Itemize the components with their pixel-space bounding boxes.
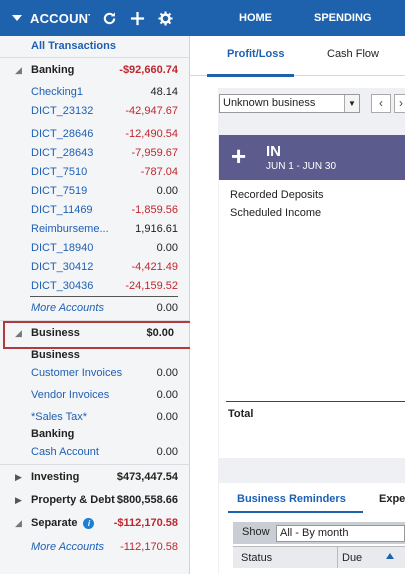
separate-label: Separate i bbox=[31, 517, 95, 529]
collapse-caret-icon[interactable] bbox=[12, 15, 22, 21]
property-label: Property & Debt bbox=[31, 494, 115, 506]
account-balance: -4,421.49 bbox=[131, 261, 178, 273]
total-divider bbox=[226, 401, 405, 402]
more-accounts-value: -112,170.58 bbox=[120, 541, 178, 553]
chevron-left-icon[interactable]: ‹ bbox=[371, 94, 391, 113]
vendor-invoices-value: 0.00 bbox=[156, 389, 178, 401]
divider bbox=[0, 464, 190, 465]
reminders-column-header: Status Due bbox=[233, 546, 405, 568]
banking-label: Banking bbox=[31, 64, 75, 76]
recorded-deposits-label: Recorded Deposits bbox=[230, 189, 324, 201]
account-balance: -24,159.52 bbox=[125, 280, 178, 292]
sales-tax-link[interactable]: *Sales Tax* bbox=[31, 411, 87, 423]
tab-expenses[interactable]: Expe bbox=[379, 493, 405, 505]
account-row[interactable]: DICT_30436 -24,159.52 bbox=[0, 275, 190, 297]
business-account-row[interactable]: Customer Invoices 0.00 bbox=[0, 362, 190, 384]
business-sub-label: Business bbox=[31, 349, 80, 361]
column-separator bbox=[337, 547, 338, 568]
collapsed-triangle-icon[interactable]: ▶ bbox=[15, 495, 22, 506]
account-balance: -42,947.67 bbox=[125, 105, 178, 117]
account-balance: 1,916.61 bbox=[135, 223, 178, 235]
plus-icon[interactable]: + bbox=[231, 141, 246, 172]
account-name-link[interactable]: Reimburseme... bbox=[31, 223, 109, 235]
info-icon[interactable]: i bbox=[83, 518, 95, 529]
income-panel: + IN JUN 1 - JUN 30 bbox=[219, 135, 405, 180]
investing-total: $473,447.54 bbox=[116, 471, 178, 483]
cash-account-value: 0.00 bbox=[156, 446, 178, 458]
vendor-invoices-link[interactable]: Vendor Invoices bbox=[31, 389, 109, 401]
tab-profit-loss[interactable]: Profit/Loss bbox=[227, 48, 284, 60]
account-name-link[interactable]: DICT_28643 bbox=[31, 147, 93, 159]
account-name-link[interactable]: Checking1 bbox=[31, 86, 83, 98]
business-filter-select[interactable]: Unknown business ▼ bbox=[219, 94, 360, 113]
income-date-range: JUN 1 - JUN 30 bbox=[266, 161, 337, 172]
refresh-icon[interactable] bbox=[100, 9, 118, 27]
total-label: Total bbox=[228, 408, 254, 420]
nav-spending[interactable]: SPENDING bbox=[314, 0, 371, 36]
account-name-link[interactable]: DICT_11469 bbox=[31, 204, 93, 216]
dropdown-arrow-icon[interactable]: ▼ bbox=[344, 95, 359, 112]
cash-account-row[interactable]: Cash Account 0.00 bbox=[0, 441, 190, 463]
due-column-header[interactable]: Due bbox=[342, 552, 362, 564]
account-balance: -12,490.54 bbox=[125, 128, 178, 140]
account-name-link[interactable]: DICT_28646 bbox=[31, 128, 93, 140]
account-name-link[interactable]: DICT_30436 bbox=[31, 280, 93, 292]
more-accounts-value: 0.00 bbox=[156, 302, 178, 314]
sales-tax-value: 0.00 bbox=[156, 411, 178, 423]
account-name-link[interactable]: DICT_7510 bbox=[31, 166, 87, 178]
banking-group-header[interactable]: ◢ Banking -$92,660.74 bbox=[0, 59, 190, 81]
banking-more-accounts-row[interactable]: More Accounts 0.00 bbox=[0, 297, 190, 319]
business-filter-value: Unknown business bbox=[223, 97, 316, 109]
tab-cash-flow[interactable]: Cash Flow bbox=[327, 48, 379, 60]
sort-ascending-icon[interactable] bbox=[386, 553, 394, 559]
accounts-title: ACCOUNT bbox=[30, 10, 90, 26]
property-total: $800,558.66 bbox=[116, 494, 178, 506]
income-title: IN bbox=[266, 143, 281, 160]
all-transactions-link[interactable]: All Transactions bbox=[31, 40, 116, 52]
account-balance: 0.00 bbox=[156, 185, 178, 197]
account-balance: 48.14 bbox=[150, 86, 178, 98]
divider bbox=[0, 57, 190, 58]
gear-icon[interactable] bbox=[156, 9, 174, 27]
status-column-header[interactable]: Status bbox=[241, 552, 272, 564]
expanded-triangle-icon[interactable]: ◢ bbox=[15, 518, 22, 529]
show-filter-select[interactable]: All - By month bbox=[276, 525, 405, 542]
account-balance: -7,959.67 bbox=[131, 147, 178, 159]
all-transactions-row[interactable]: All Transactions bbox=[0, 35, 190, 57]
scheduled-income-label: Scheduled Income bbox=[230, 207, 322, 219]
active-tab-indicator bbox=[207, 74, 294, 77]
separate-group-header[interactable]: ◢ Separate i -$112,170.58 bbox=[0, 512, 190, 534]
add-icon[interactable] bbox=[128, 9, 146, 27]
account-name-link[interactable]: DICT_7519 bbox=[31, 185, 87, 197]
banking-sub-label: Banking bbox=[31, 428, 75, 440]
collapsed-triangle-icon[interactable]: ▶ bbox=[15, 472, 22, 483]
investing-group-header[interactable]: ▶ Investing $473,447.54 bbox=[0, 466, 190, 488]
customer-invoices-link[interactable]: Customer Invoices bbox=[31, 367, 122, 379]
nav-home[interactable]: HOME bbox=[239, 0, 272, 36]
separate-more-accounts-row[interactable]: More Accounts -112,170.58 bbox=[0, 536, 190, 558]
chevron-right-icon[interactable]: › bbox=[394, 94, 405, 113]
investing-label: Investing bbox=[31, 471, 80, 483]
account-row[interactable]: DICT_23132 -42,947.67 bbox=[0, 100, 190, 122]
more-accounts-link[interactable]: More Accounts bbox=[31, 302, 104, 314]
show-label: Show bbox=[242, 526, 270, 538]
tab-business-reminders[interactable]: Business Reminders bbox=[237, 493, 346, 505]
account-balance: -787.04 bbox=[140, 166, 178, 178]
report-tabs: Profit/Loss Cash Flow bbox=[190, 36, 405, 77]
customer-invoices-value: 0.00 bbox=[156, 367, 178, 379]
banking-total: -$92,660.74 bbox=[119, 64, 178, 76]
property-group-header[interactable]: ▶ Property & Debt $800,558.66 bbox=[0, 489, 190, 511]
accounts-header: ACCOUNT bbox=[0, 0, 190, 36]
account-name-link[interactable]: DICT_23132 bbox=[31, 105, 93, 117]
account-name-link[interactable]: DICT_30412 bbox=[31, 261, 93, 273]
business-account-row[interactable]: Vendor Invoices 0.00 bbox=[0, 384, 190, 406]
account-balance: -1,859.56 bbox=[131, 204, 178, 216]
active-tab-indicator bbox=[228, 511, 363, 513]
account-balance: 0.00 bbox=[156, 242, 178, 254]
more-accounts-link[interactable]: More Accounts bbox=[31, 541, 104, 553]
separate-total: -$112,170.58 bbox=[113, 517, 178, 529]
expanded-triangle-icon[interactable]: ◢ bbox=[15, 65, 22, 76]
cash-account-link[interactable]: Cash Account bbox=[31, 446, 99, 458]
account-name-link[interactable]: DICT_18940 bbox=[31, 242, 93, 254]
